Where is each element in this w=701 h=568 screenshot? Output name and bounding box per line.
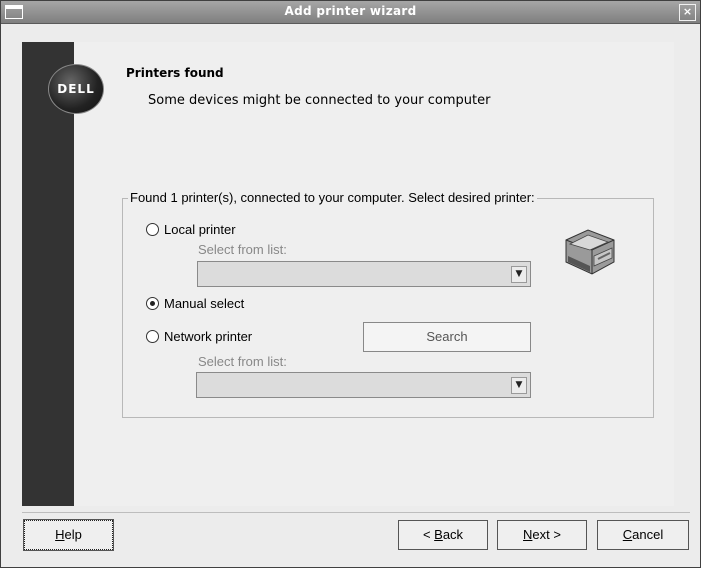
back-label-rest: ack	[442, 527, 464, 542]
local-select-label: Select from list:	[198, 242, 287, 257]
next-accel: N	[523, 527, 533, 542]
manual-select-label: Manual select	[164, 296, 245, 311]
chevron-down-icon[interactable]: ▼	[511, 377, 527, 394]
next-button[interactable]: Next >	[497, 520, 587, 550]
manual-select-radio[interactable]: Manual select	[146, 296, 244, 311]
next-label-rest: ext >	[532, 527, 561, 542]
window-title: Add printer wizard	[284, 4, 417, 18]
group-legend: Found 1 printer(s), connected to your co…	[128, 190, 537, 205]
local-printer-radio[interactable]: Local printer	[146, 222, 236, 237]
local-printer-combo[interactable]: ▼	[197, 261, 531, 287]
back-button[interactable]: < Back	[398, 520, 488, 550]
footer-divider	[22, 512, 690, 513]
page-subtitle: Some devices might be connected to your …	[148, 93, 491, 108]
cancel-label-rest: ancel	[632, 527, 664, 542]
title-bar[interactable]: Add printer wizard ×	[1, 1, 700, 24]
network-printer-radio[interactable]: Network printer	[146, 329, 252, 344]
cancel-accel: C	[622, 527, 633, 542]
printer-icon	[565, 229, 615, 275]
dell-logo: DELL	[48, 64, 104, 114]
network-printer-combo[interactable]: ▼	[196, 372, 531, 398]
chevron-down-icon[interactable]: ▼	[511, 266, 527, 283]
radio-network-indicator[interactable]	[146, 330, 159, 343]
page-title: Printers found	[126, 66, 224, 80]
search-button[interactable]: Search	[363, 322, 531, 352]
close-icon[interactable]: ×	[679, 4, 696, 21]
network-select-label: Select from list:	[198, 354, 287, 369]
back-prefix: <	[422, 527, 435, 542]
radio-manual-indicator[interactable]	[146, 297, 159, 310]
local-printer-label: Local printer	[164, 222, 236, 237]
radio-local-indicator[interactable]	[146, 223, 159, 236]
help-label-rest: elp	[64, 527, 82, 542]
cancel-button[interactable]: Cancel	[597, 520, 689, 550]
help-button[interactable]: Help	[23, 519, 114, 551]
network-printer-label: Network printer	[164, 329, 253, 344]
back-accel: B	[434, 527, 443, 542]
help-accel: H	[55, 527, 65, 542]
